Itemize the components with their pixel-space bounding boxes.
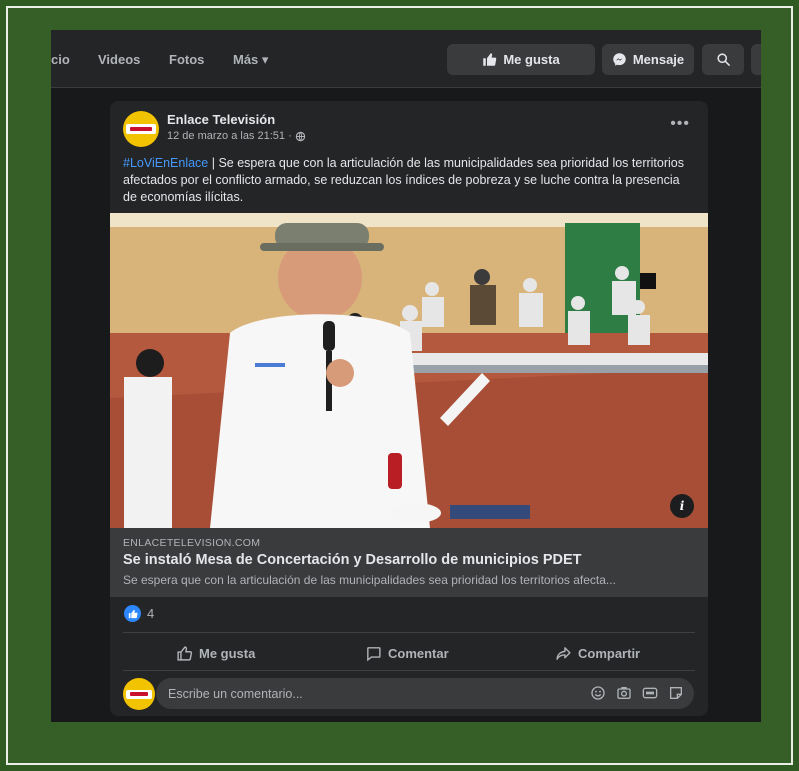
page-like-button[interactable]: Me gusta — [447, 44, 595, 75]
post-card: Enlace Televisión 12 de marzo a las 21:5… — [110, 101, 708, 716]
page-like-label: Me gusta — [503, 52, 560, 67]
more-options-button[interactable] — [751, 44, 761, 75]
hashtag-link[interactable]: #LoViEnEnlace — [123, 156, 208, 170]
post-body: | Se espera que con la articulación de l… — [123, 156, 684, 204]
tab-inicio[interactable]: cio — [51, 52, 70, 67]
tab-fotos[interactable]: Fotos — [169, 52, 204, 67]
comment-icon — [367, 646, 381, 661]
gif-icon[interactable] — [642, 685, 658, 701]
comment-button[interactable]: Comentar — [365, 638, 449, 668]
post-photo[interactable]: i — [110, 213, 708, 528]
comment-input[interactable] — [168, 678, 568, 709]
photo-scene-image — [110, 213, 708, 528]
tab-mas[interactable]: Más ▾ — [233, 52, 268, 68]
search-button[interactable] — [702, 44, 744, 75]
message-label: Mensaje — [632, 52, 685, 67]
post-meta: 12 de marzo a las 21:51 · — [167, 130, 306, 142]
emoji-icon[interactable] — [590, 685, 606, 701]
divider — [123, 670, 695, 671]
thumbs-up-icon — [483, 53, 497, 66]
info-icon[interactable]: i — [670, 494, 694, 518]
link-title: Se instaló Mesa de Concertación y Desarr… — [123, 552, 582, 568]
logo-icon — [126, 124, 156, 134]
share-button[interactable]: Compartir — [555, 638, 640, 668]
reaction-summary[interactable]: 4 — [124, 605, 154, 622]
globe-icon — [295, 131, 305, 141]
divider — [123, 632, 695, 633]
link-domain: ENLACETELEVISION.COM — [123, 537, 261, 549]
camera-icon[interactable] — [616, 685, 632, 701]
message-button[interactable]: Mensaje — [602, 44, 694, 75]
like-reaction-icon — [124, 605, 141, 622]
messenger-icon — [613, 53, 626, 66]
page-navbar: cio Videos Fotos Más ▾ Me gusta Mensaje — [51, 30, 761, 88]
link-preview[interactable]: ENLACETELEVISION.COM Se instaló Mesa de … — [110, 528, 708, 597]
comment-tools — [590, 685, 684, 701]
post-text: #LoViEnEnlace | Se espera que con la art… — [123, 155, 693, 206]
tab-videos[interactable]: Videos — [98, 52, 140, 67]
post-timestamp[interactable]: 12 de marzo a las 21:51 · — [167, 130, 292, 142]
share-label: Compartir — [578, 645, 641, 661]
sticker-icon[interactable] — [668, 685, 684, 701]
share-icon — [556, 646, 571, 660]
user-avatar[interactable] — [123, 678, 155, 710]
post-options-icon[interactable]: ••• — [670, 115, 690, 133]
like-button[interactable]: Me gusta — [176, 638, 255, 668]
page-avatar[interactable] — [123, 111, 159, 147]
facebook-screen: cio Videos Fotos Más ▾ Me gusta Mensaje … — [51, 30, 761, 722]
reaction-count: 4 — [147, 606, 155, 621]
logo-icon — [126, 689, 152, 699]
link-description: Se espera que con la articulación de las… — [123, 573, 616, 587]
like-label: Me gusta — [199, 645, 256, 661]
search-icon — [716, 53, 730, 66]
thumbs-up-outline-icon — [177, 645, 193, 661]
comment-box — [156, 678, 694, 709]
comment-label: Comentar — [388, 645, 449, 661]
page-name[interactable]: Enlace Televisión — [167, 112, 275, 127]
